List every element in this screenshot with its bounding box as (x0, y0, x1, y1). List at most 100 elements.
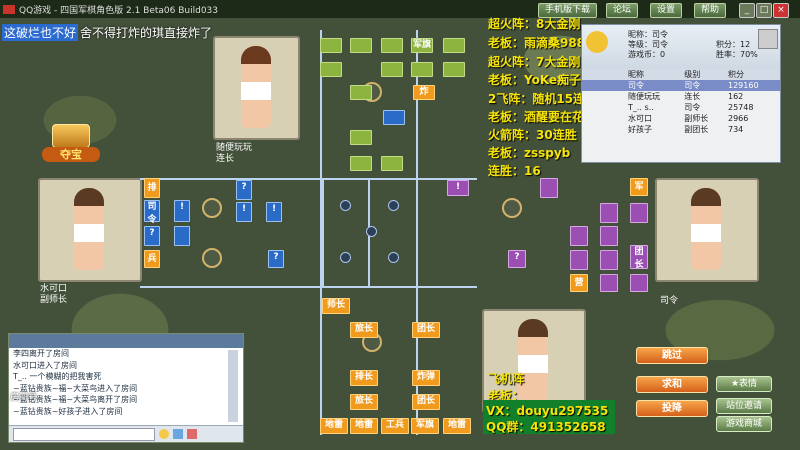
settings-button[interactable]: 设置 (650, 3, 683, 18)
piece-purple[interactable] (540, 178, 558, 198)
piece-jun[interactable]: 军 (630, 178, 648, 196)
piece-purple[interactable] (600, 250, 618, 270)
table-row[interactable]: 水可口 副师长 2966 (582, 113, 780, 124)
row-level: 司令 (682, 80, 726, 91)
piece-green[interactable] (350, 156, 372, 171)
piece-green[interactable] (381, 156, 403, 171)
row-level: 副团长 (684, 125, 709, 134)
piece-purple[interactable] (630, 274, 648, 292)
player-rank-left: 副师长 (40, 295, 68, 305)
piece-green[interactable] (411, 62, 433, 77)
piece-dilei[interactable]: 地雷 (443, 418, 471, 434)
table-row[interactable]: 随便玩玩 连长 162 (582, 91, 780, 102)
piece-dilei[interactable]: 地雷 (320, 418, 348, 434)
piece-exclaim[interactable]: ! (447, 180, 469, 196)
camp[interactable] (502, 198, 522, 218)
piece-green[interactable] (350, 38, 372, 53)
piece-junqi[interactable]: 军旗 (411, 418, 439, 434)
piece-purple[interactable] (600, 203, 618, 223)
help-button[interactable]: 帮助 (694, 3, 727, 18)
sound-icon[interactable] (187, 429, 197, 439)
piece-ying[interactable]: 营 (570, 274, 588, 292)
piece-tuanzhang[interactable]: 团长 (412, 394, 440, 410)
piece-exclaim[interactable]: ! (236, 202, 252, 222)
col-nickname: 昵称 (628, 70, 644, 79)
table-header: 昵称 级别 积分 (582, 69, 780, 80)
camp[interactable] (202, 248, 222, 268)
board-node[interactable] (340, 200, 351, 211)
piece-green[interactable] (320, 38, 342, 53)
piece-purple[interactable] (630, 203, 648, 223)
piece-siling[interactable]: 司令 (144, 200, 160, 225)
piece-exclaim[interactable]: ! (266, 202, 282, 222)
piece-bomb[interactable]: 炸 (413, 85, 435, 100)
piece-green[interactable] (443, 38, 465, 53)
board-node[interactable] (340, 252, 351, 263)
piece-green[interactable] (350, 130, 372, 145)
piece-green[interactable] (320, 62, 342, 77)
piece-question[interactable]: ? (144, 226, 160, 246)
piece-army-flag[interactable]: 军旗 (411, 38, 433, 53)
piece-purple[interactable] (600, 274, 618, 292)
font-icon[interactable] (173, 429, 183, 439)
notice-highlight: 这破烂也不好 (2, 23, 79, 41)
piece-lvzhang[interactable]: 旅长 (350, 322, 378, 338)
piece-lvzhang[interactable]: 旅长 (350, 394, 378, 410)
piece-bing[interactable]: 兵 (144, 250, 160, 268)
piece-purple[interactable] (570, 250, 588, 270)
chat-scrollbar[interactable] (228, 350, 238, 422)
piece-question[interactable]: ? (268, 250, 284, 268)
piece-green[interactable] (443, 62, 465, 77)
close-icon[interactable]: × (773, 3, 789, 18)
row-score: 162 (728, 92, 744, 101)
piece-blue[interactable] (174, 226, 190, 246)
emoji-icon[interactable] (159, 429, 169, 439)
user-table: 昵称 级别 积分 司令 司令 129160 随便玩玩 连长 162 T_.. s… (582, 69, 780, 135)
row-level: 司令 (684, 103, 701, 112)
table-row[interactable]: 好孩子 副团长 734 (582, 124, 780, 135)
minimize-button[interactable]: _ (739, 3, 755, 18)
surrender-button[interactable]: 投降 (636, 400, 708, 417)
board-node[interactable] (388, 252, 399, 263)
treasure-chest-icon (52, 124, 90, 148)
peace-button[interactable]: 求和 (636, 376, 708, 393)
maximize-button[interactable]: □ (756, 3, 772, 18)
piece-question[interactable]: ? (236, 180, 252, 200)
chat-input[interactable] (13, 428, 155, 441)
mall-button[interactable]: 游戏商城 (716, 416, 772, 432)
contact-box: VX：douyu297535 QQ群：491352658 (483, 400, 615, 434)
piece-purple[interactable] (600, 226, 618, 246)
chat-line: 李四离开了房间 (13, 349, 69, 358)
piece-blue[interactable] (383, 110, 405, 125)
camp[interactable] (202, 198, 222, 218)
player-card-right[interactable] (655, 178, 759, 282)
skip-button[interactable]: 跳过 (636, 347, 708, 364)
row-score: 734 (728, 125, 744, 134)
emote-label: 表情 (739, 379, 758, 389)
piece-green[interactable] (381, 62, 403, 77)
piece-green[interactable] (381, 38, 403, 53)
player-card-left[interactable] (38, 178, 142, 282)
piece-shizhang[interactable]: 师长 (322, 298, 350, 314)
piece-pai[interactable]: 排 (144, 178, 160, 198)
piece-tuanzhang[interactable]: 团长 (412, 322, 440, 338)
piece-purple[interactable] (570, 226, 588, 246)
piece-exclaim[interactable]: ! (174, 200, 190, 222)
piece-dilei[interactable]: 地雷 (350, 418, 378, 434)
piece-tuanzhang[interactable]: 团长 (630, 245, 648, 270)
user-avatar-thumb[interactable] (758, 29, 778, 49)
board-node[interactable] (366, 226, 377, 237)
table-row[interactable]: T_.. s.. 司令 25748 (582, 102, 780, 113)
treasure-logo[interactable]: 夺宝 (42, 124, 100, 164)
piece-green[interactable] (350, 85, 372, 100)
invite-button[interactable]: 站位邀请 (716, 398, 772, 414)
table-row[interactable]: 司令 司令 129160 (582, 80, 780, 91)
piece-question[interactable]: ? (508, 250, 526, 268)
piece-gongbing[interactable]: 工兵 (381, 418, 409, 434)
piece-paizhang[interactable]: 排长 (350, 370, 378, 386)
forum-button[interactable]: 论坛 (606, 3, 639, 18)
emote-button[interactable]: ★表情 (716, 376, 772, 392)
piece-zhadan[interactable]: 炸弹 (412, 370, 440, 386)
board-node[interactable] (388, 200, 399, 211)
overlay-line: 老板：雨滴桑988 (488, 36, 586, 50)
